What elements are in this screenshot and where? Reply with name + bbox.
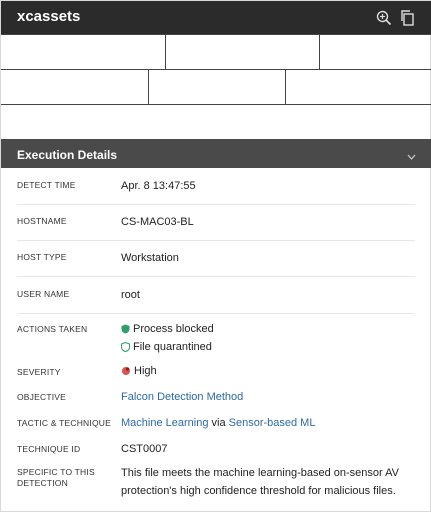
section-title: Execution Details xyxy=(17,148,118,162)
action-process-blocked: Process blocked xyxy=(121,323,214,335)
severity-text: High xyxy=(134,365,157,377)
incident-responder-label: Incident Responder xyxy=(41,45,154,59)
zoom-icon[interactable] xyxy=(375,9,393,27)
specific-label-line2: DETECTION xyxy=(17,478,68,488)
host-type-value: Workstation xyxy=(121,252,179,264)
detect-time-label: DETECT TIME xyxy=(17,180,76,190)
host-button[interactable]: CS-MAC03-BL xyxy=(1,70,149,104)
create-ml-exclusion-label: Create ML exclusion xyxy=(318,80,427,94)
create-ml-exclusion-button[interactable]: Create ML exclusion xyxy=(286,70,431,104)
actions-taken-label: ACTIONS TAKEN xyxy=(17,324,88,334)
technique-id-value: CST0007 xyxy=(121,443,168,455)
objective-link[interactable]: Falcon Detection Method xyxy=(121,391,243,403)
network-icon xyxy=(157,78,175,96)
host-label: CS-MAC03-BL xyxy=(41,80,121,94)
connect-to-host-label: Connect to host xyxy=(41,115,126,129)
new-button[interactable]: New xyxy=(166,35,320,69)
execution-details-header[interactable]: Execution Details xyxy=(1,139,431,168)
incident-responder-button[interactable]: Incident Responder xyxy=(1,35,166,69)
technique-id-label: TECHNIQUE ID xyxy=(17,444,81,454)
specific-text-line1: This file meets the machine learning-bas… xyxy=(121,467,399,479)
network-contain-label: Network contain xyxy=(181,80,275,94)
hostname-label: HOSTNAME xyxy=(17,216,67,226)
hostname-value: CS-MAC03-BL xyxy=(121,216,194,228)
divider xyxy=(17,313,415,314)
action-text: File quarantined xyxy=(133,341,212,353)
technique-link[interactable]: Sensor-based ML xyxy=(229,417,316,429)
new-label: New xyxy=(198,45,223,59)
host-type-label: HOST TYPE xyxy=(17,252,67,262)
plus-circle-icon xyxy=(329,43,347,61)
tactic-technique-label: TACTIC & TECHNIQUE xyxy=(17,418,111,428)
severity-icon xyxy=(122,367,130,375)
detection-panel: xcassets Incident Responder New Comment … xyxy=(0,0,431,512)
shield-icon xyxy=(121,342,130,352)
comment-label: Comment xyxy=(353,45,409,59)
panel-title: xcassets xyxy=(17,8,81,25)
check-circle-icon xyxy=(294,78,312,96)
action-row: CS-MAC03-BL Network contain Create ML ex… xyxy=(1,70,431,105)
connect-to-host-button[interactable]: Connect to host xyxy=(1,105,161,139)
action-row: Incident Responder New Comment xyxy=(1,35,431,70)
user-icon xyxy=(17,43,35,61)
user-name-label: USER NAME xyxy=(17,289,70,299)
chevron-down-icon[interactable] xyxy=(407,150,416,164)
action-row: Connect to host xyxy=(1,105,431,140)
copy-icon[interactable] xyxy=(399,9,417,27)
action-text: Process blocked xyxy=(133,323,214,335)
divider xyxy=(17,240,415,241)
specific-label-line1: SPECIFIC TO THIS xyxy=(17,467,95,477)
specific-text-line2: protection's high confidence threshold f… xyxy=(121,485,396,497)
laptop-icon xyxy=(17,78,35,96)
title-bar: xcassets xyxy=(1,1,431,35)
refresh-icon xyxy=(174,43,192,61)
divider xyxy=(17,276,415,277)
action-file-quarantined: File quarantined xyxy=(121,341,212,353)
network-contain-button[interactable]: Network contain xyxy=(149,70,286,104)
severity-value: High xyxy=(121,365,157,377)
detect-time-value: Apr. 8 13:47:55 xyxy=(121,180,196,192)
connect-icon xyxy=(17,113,35,131)
objective-label: OBJECTIVE xyxy=(17,392,67,402)
tactic-link[interactable]: Machine Learning xyxy=(121,417,208,429)
tactic-technique-value: Machine Learning via Sensor-based ML xyxy=(121,417,315,429)
user-name-value: root xyxy=(121,289,140,301)
tactic-via-text: via xyxy=(211,417,226,429)
severity-label: SEVERITY xyxy=(17,367,61,377)
divider xyxy=(17,204,415,205)
shield-icon xyxy=(121,324,130,334)
comment-button[interactable]: Comment xyxy=(320,35,431,69)
